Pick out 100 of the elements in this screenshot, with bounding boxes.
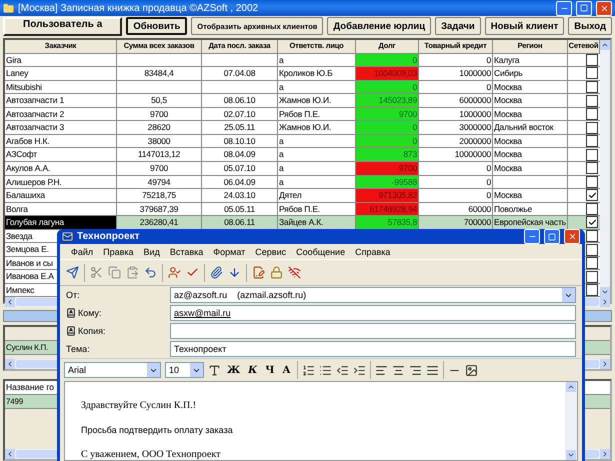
table-row[interactable]: Автозапчасти 1 50,5 08.06.10 Жамнов Ю.И. 145023,89 6000000 Москва <box>5 94 600 108</box>
size-select[interactable]: 10 <box>165 362 204 378</box>
table-row[interactable]: Агабов Н.К. 38000 08.10.10 а 0 2000000 Москва <box>5 134 600 148</box>
maximize-button[interactable] <box>544 229 560 244</box>
user-check-icon[interactable] <box>168 266 181 279</box>
table-cell: 50,5 <box>117 94 202 108</box>
minimize-button[interactable] <box>556 0 572 16</box>
table-cell: 28620 <box>117 121 202 135</box>
table-row[interactable]: Gira а 0 0 Калуга <box>5 54 600 68</box>
table-row[interactable]: Автозапчасти 2 9700 02.07.10 Рябов П.Е. 9700 1000000 Москва <box>5 108 600 122</box>
align-right-icon[interactable] <box>408 364 422 376</box>
debt-cell: 145023,89 <box>356 94 419 108</box>
outdent-icon[interactable] <box>336 364 349 376</box>
table-row[interactable]: Голубая лагуна 236280,41 08.06.11 Зайцев А.К. 57835,8 700000 Европейская часть <box>5 216 600 230</box>
menu-item[interactable]: Формат <box>208 246 250 256</box>
checkbox[interactable] <box>586 202 598 215</box>
debt-cell: -99588 <box>356 176 419 190</box>
table-cell: 0 <box>419 189 493 203</box>
checkbox[interactable] <box>586 230 598 242</box>
checkbox[interactable] <box>586 148 598 161</box>
table-cell: 10000000 <box>419 148 493 162</box>
folder-icon <box>3 2 14 14</box>
menu-item[interactable]: Сервис <box>250 246 292 256</box>
minimize-button[interactable] <box>524 229 540 244</box>
menu-item[interactable]: Файл <box>66 246 98 256</box>
maximize-icon <box>548 232 556 240</box>
lock-icon[interactable] <box>270 266 283 279</box>
debt-cell: 0 <box>356 121 419 135</box>
menu-item[interactable]: Вид <box>138 246 165 256</box>
undo-icon[interactable] <box>144 266 157 279</box>
down-arrow-icon[interactable] <box>228 266 241 279</box>
checkbox[interactable] <box>586 67 598 80</box>
checkbox[interactable] <box>586 122 598 134</box>
table-row[interactable]: Акулов А.А. 9700 05.07.10 а 9700 0 Москва <box>5 162 600 176</box>
bullet-list-icon[interactable] <box>318 364 332 376</box>
table-cell: Москва <box>493 189 568 203</box>
checkbox[interactable] <box>586 135 598 148</box>
justify-icon[interactable] <box>426 364 439 376</box>
menu-item[interactable]: Справка <box>350 246 396 256</box>
checkbox[interactable] <box>586 80 598 93</box>
close-button[interactable] <box>564 229 580 244</box>
checkbox[interactable] <box>586 108 598 120</box>
from-field[interactable]: az@azsoft.ru (azmail.azsoft.ru) <box>170 287 576 303</box>
sign-icon[interactable] <box>252 266 265 279</box>
checkbox[interactable] <box>586 54 598 66</box>
format-button[interactable]: К <box>246 364 260 376</box>
format-button[interactable]: Ч <box>263 364 276 376</box>
checkbox[interactable] <box>586 284 598 296</box>
table-cell: Агабов Н.К. <box>5 134 117 148</box>
checkbox[interactable] <box>586 270 598 283</box>
table-cell: 08.10.10 <box>202 134 278 148</box>
cc-field[interactable] <box>170 323 576 339</box>
send-icon[interactable] <box>66 266 79 279</box>
toolbar-button[interactable]: Обновить <box>126 17 188 36</box>
table-row[interactable]: Laney 83484,4 07.04.08 Кроликов Ю.Б 1004009,03 1000000 Сибирь <box>5 67 600 81</box>
checkbox[interactable] <box>586 189 598 202</box>
table-row[interactable]: Балашиха 75218,75 24.03.10 Дятел 971305,82 0 Москва <box>5 189 600 203</box>
checkbox[interactable] <box>586 216 598 228</box>
table-row[interactable]: Алишеров Р.Н. 49794 06.04.09 а -99588 0 <box>5 176 600 190</box>
numbered-list-icon[interactable] <box>302 364 315 376</box>
toolbar-button[interactable]: Новый клиент <box>484 17 564 36</box>
cc-label[interactable]: Копия: <box>66 326 166 336</box>
toolbar-button[interactable]: Выход <box>568 17 612 36</box>
format-button[interactable]: Ж <box>225 364 242 376</box>
menu-item[interactable]: Вставка <box>164 246 208 256</box>
vertical-scrollbar[interactable] <box>565 382 577 460</box>
paperclip-icon[interactable] <box>210 266 223 279</box>
text-style-icon[interactable] <box>208 364 221 376</box>
format-button[interactable]: А <box>280 364 293 376</box>
checkbox[interactable] <box>586 94 598 106</box>
scroll-left-icon <box>6 298 14 306</box>
vertical-scrollbar[interactable] <box>600 40 610 298</box>
checkbox[interactable] <box>586 244 598 256</box>
debt-cell: 0 <box>356 80 419 94</box>
table-row[interactable]: АЗСофт 1147013,12 08.04.09 а 873 10000000 Москва <box>5 148 600 162</box>
message-body[interactable]: Здравствуйте Суслин К.П.! Просьба подтвердить оплату заказа С уважением, ООО Технопроект <box>64 381 578 461</box>
indent-icon[interactable] <box>352 364 366 376</box>
align-center-icon[interactable] <box>392 364 405 376</box>
checkbox[interactable] <box>586 176 598 188</box>
table-row[interactable]: Mitsubishi а 0 0 Москва <box>5 80 600 94</box>
checkbox[interactable] <box>586 257 598 270</box>
maximize-button[interactable] <box>576 0 592 16</box>
image-icon[interactable] <box>464 364 478 376</box>
align-left-icon[interactable] <box>374 364 388 376</box>
table-cell: 75218,75 <box>117 189 202 203</box>
body-text: Просьба подтвердить оплату заказа <box>81 425 233 435</box>
toolbar-button[interactable]: Задачи <box>435 17 481 36</box>
font-select[interactable]: Arial <box>64 362 161 378</box>
offline-icon[interactable] <box>288 266 301 279</box>
field-label: Тема: <box>66 344 91 354</box>
toolbar-button[interactable]: Добавление юрлиц <box>327 17 432 36</box>
to-field[interactable]: asxw@mail.ru <box>170 305 576 321</box>
checkbox[interactable] <box>586 162 598 174</box>
address-book-icon <box>66 326 76 336</box>
table-row[interactable]: Автозапчасти 3 28620 25.05.11 Жамнов Ю.И. 0 3000000 Дальний восток <box>5 121 600 135</box>
subject-field[interactable]: Технопроект <box>170 341 576 357</box>
to-label[interactable]: Кому: <box>66 308 166 318</box>
cut-icon[interactable] <box>90 266 103 279</box>
menu-item[interactable]: Сообщение <box>291 246 350 256</box>
close-button[interactable] <box>596 0 612 16</box>
